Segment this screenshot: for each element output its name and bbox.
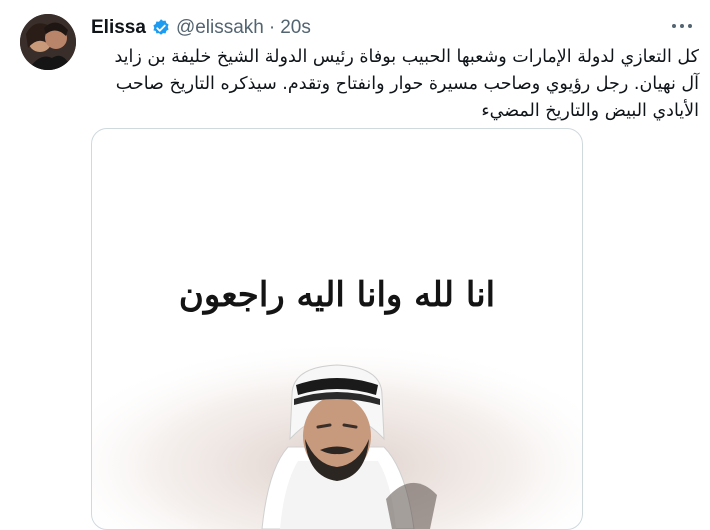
header-separator: · — [268, 17, 276, 38]
condolence-calligraphy: انا لله وانا اليه راجعون — [178, 275, 496, 315]
more-options-icon[interactable] — [668, 14, 696, 38]
tweet[interactable]: Elissa @elissakh · 20s كل التعازي لدولة … — [0, 0, 710, 530]
tweet-text-line: كل التعازي لدولة الإمارات وشعبها الحبيب … — [114, 47, 699, 67]
author-handle[interactable]: @elissakh — [176, 17, 264, 39]
tweet-text-line: آل نهيان. رجل رؤيوي وصاحب مسيرة حوار وان… — [115, 74, 699, 94]
verified-badge-icon — [151, 18, 171, 38]
tweet-media[interactable]: انا لله وانا اليه راجعون — [91, 128, 583, 530]
tweet-timestamp[interactable]: 20s — [280, 17, 311, 39]
tweet-text-line: الأيادي البيض والتاريخ المضيء — [481, 101, 699, 121]
tweet-text: كل التعازي لدولة الإمارات وشعبها الحبيب … — [91, 44, 699, 125]
avatar[interactable] — [20, 14, 76, 70]
portrait-image — [92, 319, 582, 529]
tweet-header: Elissa @elissakh · 20s — [91, 16, 311, 40]
author-name[interactable]: Elissa — [91, 17, 146, 39]
